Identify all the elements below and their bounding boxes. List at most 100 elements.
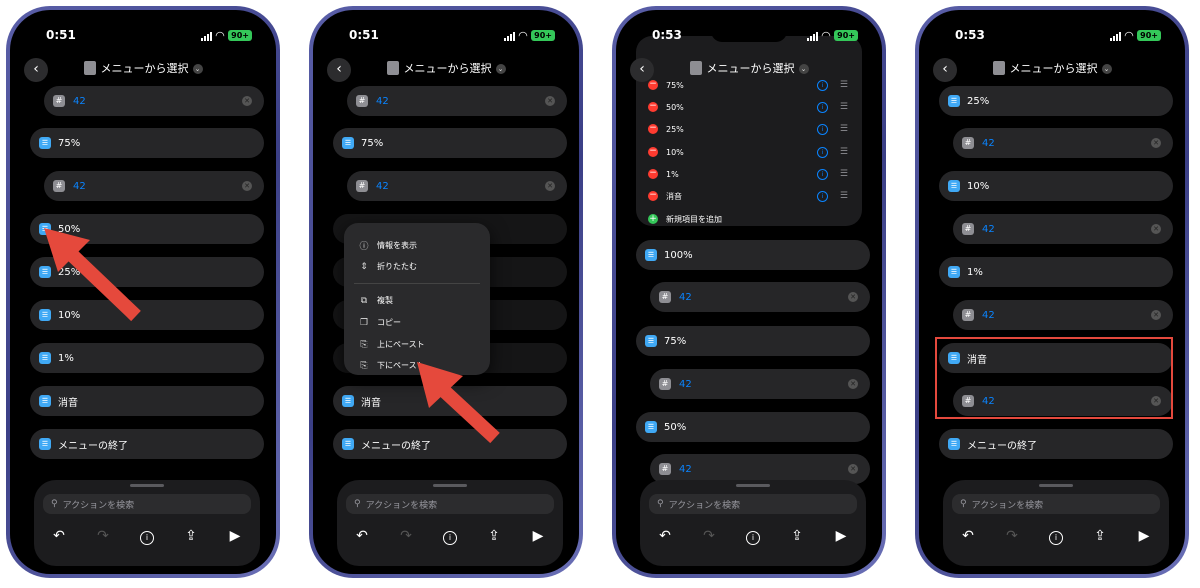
info-icon[interactable]: i [817, 101, 828, 113]
number-icon: # [962, 137, 974, 149]
reorder-icon[interactable]: ☰ [840, 169, 848, 179]
add-icon: + [648, 214, 658, 224]
folder-icon: ☰ [948, 180, 960, 192]
info-icon[interactable]: i [817, 168, 828, 180]
reorder-icon[interactable]: ☰ [840, 102, 848, 112]
menu-case-25[interactable]: ☰ 25% [939, 86, 1173, 116]
signal-icon [806, 31, 818, 41]
add-new-item[interactable]: + 新規項目を追加 [648, 210, 850, 228]
info-button[interactable]: i [1041, 528, 1071, 545]
number-row[interactable]: #42 ✕ [953, 300, 1173, 330]
menu-case-75[interactable]: ☰ 75% [636, 326, 870, 356]
list-item[interactable]: −50% i ☰ [648, 98, 850, 116]
redo-icon[interactable]: ↷ [694, 528, 724, 544]
search-icon: ⚲ [657, 499, 664, 509]
screen-2: 0:51 ◠ 90+ ‹ メニューから選択 ⌄ #42 ✕ ☰ 75% #42 ✕ ☰ 消… [313, 10, 579, 574]
calculator-icon [992, 61, 1005, 75]
clear-icon[interactable]: ✕ [848, 464, 858, 474]
undo-icon[interactable]: ↶ [650, 528, 680, 544]
red-arrow [417, 362, 500, 444]
nav-bar: ‹ メニューから選択 ⌄ [616, 56, 882, 84]
dynamic-island [1014, 20, 1090, 42]
reorder-icon[interactable]: ☰ [840, 124, 848, 134]
nav-bar: ‹ メニューから選択 ⌄ [919, 56, 1185, 84]
number-row[interactable]: #42 ✕ [650, 369, 870, 399]
number-icon: # [962, 223, 974, 235]
list-item[interactable]: − 消音 i ☰ [648, 187, 850, 205]
screen-1: 0:51 ◠ 90+ ‹ メニューから選択⌄ #42✕ ☰75% #42✕ ☰5… [10, 10, 276, 574]
phone-2: 0:51 ◠ 90+ ‹ メニューから選択 ⌄ #42 ✕ ☰ 75% #42 ✕ ☰ 消… [309, 6, 583, 578]
grabber[interactable] [736, 484, 770, 487]
folder-icon: ☰ [645, 335, 657, 347]
folder-icon: ☰ [645, 421, 657, 433]
phone-4: 0:53 ◠ 90+ ‹ メニューから選択 ⌄ ☰ 25% #42 ✕ ☰ 10% #4… [915, 6, 1189, 578]
action-panel: ⚲ アクションを検索 ↶ ↷ i ⇪ ▶ [943, 480, 1169, 566]
menu-case-1[interactable]: ☰ 1% [939, 257, 1173, 287]
list-item[interactable]: −1% i ☰ [648, 165, 850, 183]
calculator-icon [689, 61, 702, 75]
redo-icon[interactable]: ↷ [997, 528, 1027, 544]
info-icon: i [746, 530, 760, 545]
info-icon[interactable]: i [817, 123, 828, 135]
folder-icon: ☰ [948, 438, 960, 450]
remove-icon[interactable]: − [648, 102, 658, 112]
reorder-icon[interactable]: ☰ [840, 147, 848, 157]
list-item[interactable]: −10% i ☰ [648, 143, 850, 161]
number-row[interactable]: #42 ✕ [650, 282, 870, 312]
number-row[interactable]: #42 ✕ [953, 214, 1173, 244]
share-icon[interactable]: ⇪ [782, 528, 812, 544]
status-time: 0:53 [652, 28, 682, 42]
play-icon[interactable]: ▶ [826, 528, 856, 544]
screen-3: −75% i ☰ −50% i ☰ −25% i ☰ −10% i ☰ −1% i ☰ − 消音 i ☰ … [616, 10, 882, 574]
clear-icon[interactable]: ✕ [1151, 310, 1161, 320]
chevron-down-icon: ⌄ [1101, 64, 1112, 74]
search-input[interactable]: ⚲ アクションを検索 [649, 494, 857, 514]
remove-icon[interactable]: − [648, 147, 658, 157]
play-icon[interactable]: ▶ [1129, 528, 1159, 544]
share-icon[interactable]: ⇪ [1085, 528, 1115, 544]
dynamic-island [711, 20, 787, 42]
chevron-down-icon: ⌄ [798, 64, 809, 74]
wifi-icon: ◠ [1124, 29, 1134, 42]
info-icon[interactable]: i [817, 190, 828, 202]
search-icon: ⚲ [960, 499, 967, 509]
number-icon: # [659, 291, 671, 303]
battery-badge: 90+ [834, 30, 858, 41]
clear-icon[interactable]: ✕ [848, 292, 858, 302]
number-icon: # [962, 309, 974, 321]
remove-icon[interactable]: − [648, 191, 658, 201]
number-row[interactable]: #42 ✕ [953, 128, 1173, 158]
remove-icon[interactable]: − [648, 124, 658, 134]
battery-badge: 90+ [1137, 30, 1161, 41]
clear-icon[interactable]: ✕ [1151, 138, 1161, 148]
number-icon: # [659, 378, 671, 390]
folder-icon: ☰ [948, 95, 960, 107]
clear-icon[interactable]: ✕ [848, 379, 858, 389]
menu-end-row[interactable]: ☰ メニューの終了 [939, 429, 1173, 459]
page-title[interactable]: メニューから選択 ⌄ [919, 60, 1185, 76]
clear-icon[interactable]: ✕ [1151, 224, 1161, 234]
action-panel: ⚲ アクションを検索 ↶ ↷ i ⇪ ▶ [640, 480, 866, 566]
phone-3: −75% i ☰ −50% i ☰ −25% i ☰ −10% i ☰ −1% i ☰ − 消音 i ☰ … [612, 6, 886, 578]
menu-case-50[interactable]: ☰50% [636, 412, 870, 442]
folder-icon: ☰ [948, 266, 960, 278]
remove-icon[interactable]: − [648, 169, 658, 179]
grabber[interactable] [1039, 484, 1073, 487]
search-input[interactable]: ⚲ アクションを検索 [952, 494, 1160, 514]
number-icon: # [659, 463, 671, 475]
wifi-icon: ◠ [821, 29, 831, 42]
folder-icon: ☰ [645, 249, 657, 261]
info-icon: i [1049, 530, 1063, 545]
menu-case-10[interactable]: ☰ 10% [939, 171, 1173, 201]
highlight-box [935, 337, 1173, 419]
undo-icon[interactable]: ↶ [953, 528, 983, 544]
phone-1: 0:51 ◠ 90+ ‹ メニューから選択⌄ #42✕ ☰75% #42✕ ☰5… [6, 6, 280, 578]
info-button[interactable]: i [738, 528, 768, 545]
toolbar: ↶ ↷ i ⇪ ▶ [953, 525, 1159, 547]
toolbar: ↶ ↷ i ⇪ ▶ [650, 525, 856, 547]
info-icon[interactable]: i [817, 146, 828, 158]
reorder-icon[interactable]: ☰ [840, 191, 848, 201]
menu-case-100[interactable]: ☰ 100% [636, 240, 870, 270]
page-title[interactable]: メニューから選択 ⌄ [616, 60, 882, 76]
list-item[interactable]: −25% i ☰ [648, 120, 850, 138]
